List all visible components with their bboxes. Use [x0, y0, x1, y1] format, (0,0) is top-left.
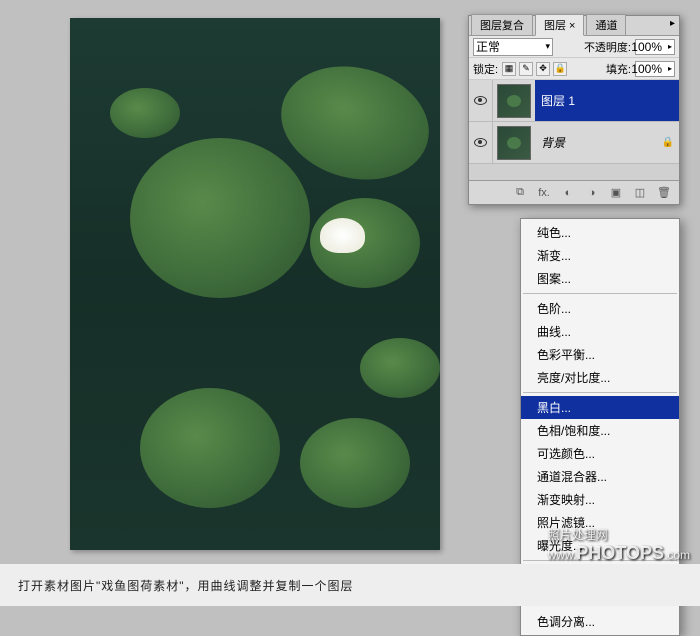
lock-position-icon[interactable]: ✥	[536, 62, 550, 76]
menu-levels[interactable]: 色阶...	[521, 297, 679, 320]
menu-pattern[interactable]: 图案...	[521, 267, 679, 290]
layers-panel: 图层复合 图层 × 通道 ▸ 正常 不透明度: 100% 锁定: ▦ ✎ ✥ 🔒…	[468, 15, 680, 205]
menu-curves[interactable]: 曲线...	[521, 320, 679, 343]
caption-bar: 打开素材图片"戏鱼图荷素材"，用曲线调整并复制一个图层	[0, 564, 700, 606]
tab-layer-comps[interactable]: 图层复合	[471, 14, 533, 35]
layer-thumbnail[interactable]	[493, 80, 535, 121]
menu-solid-color[interactable]: 纯色...	[521, 221, 679, 244]
eye-icon	[474, 96, 487, 105]
link-layers-icon[interactable]: ⧉	[511, 185, 529, 201]
blend-mode-value: 正常	[476, 38, 500, 55]
menu-brightness-contrast[interactable]: 亮度/对比度...	[521, 366, 679, 389]
tab-channels[interactable]: 通道	[586, 14, 626, 35]
layer-lock-indicator: 🔒	[657, 137, 679, 148]
watermark-tld: .com	[664, 548, 690, 562]
watermark-brand: PHOTOPS	[576, 543, 664, 563]
menu-color-balance[interactable]: 色彩平衡...	[521, 343, 679, 366]
new-layer-icon[interactable]: ◫	[631, 185, 649, 201]
caption-text: 打开素材图片"戏鱼图荷素材"，用曲线调整并复制一个图层	[18, 577, 354, 594]
menu-selective-color[interactable]: 可选颜色...	[521, 442, 679, 465]
new-group-icon[interactable]: ▣	[607, 185, 625, 201]
lock-all-icon[interactable]: 🔒	[553, 62, 567, 76]
menu-separator	[523, 293, 677, 294]
menu-hue-saturation[interactable]: 色相/饱和度...	[521, 419, 679, 442]
menu-posterize[interactable]: 色调分离...	[521, 610, 679, 633]
lock-transparency-icon[interactable]: ▦	[502, 62, 516, 76]
menu-gradient[interactable]: 渐变...	[521, 244, 679, 267]
opacity-label: 不透明度:	[584, 39, 631, 55]
layer-row[interactable]: 图层 1	[469, 80, 679, 122]
image-content	[70, 18, 440, 550]
menu-black-white[interactable]: 黑白...	[521, 396, 679, 419]
delete-layer-icon[interactable]: 🗑	[655, 185, 673, 201]
eye-icon	[474, 138, 487, 147]
watermark-url: www.	[548, 548, 577, 562]
add-mask-icon[interactable]: ◐	[559, 185, 577, 201]
watermark-cn: 照片处理网	[548, 528, 608, 542]
document-canvas[interactable]	[70, 18, 440, 550]
menu-separator	[523, 392, 677, 393]
lock-paint-icon[interactable]: ✎	[519, 62, 533, 76]
fill-input[interactable]: 100%	[635, 61, 675, 77]
adjustment-layer-icon[interactable]: ◑	[583, 185, 601, 201]
blend-opacity-row: 正常 不透明度: 100%	[469, 36, 679, 58]
blend-mode-select[interactable]: 正常	[473, 38, 553, 56]
panel-tab-bar: 图层复合 图层 × 通道 ▸	[469, 16, 679, 36]
panel-footer: ⧉ fx. ◐ ◑ ▣ ◫ 🗑	[469, 180, 679, 204]
layer-name[interactable]: 图层 1	[535, 80, 679, 121]
lock-fill-row: 锁定: ▦ ✎ ✥ 🔒 填充: 100%	[469, 58, 679, 80]
fill-label: 填充:	[606, 61, 631, 77]
layer-style-icon[interactable]: fx.	[535, 185, 553, 201]
menu-channel-mixer[interactable]: 通道混合器...	[521, 465, 679, 488]
layer-visibility-toggle[interactable]	[469, 80, 493, 121]
menu-gradient-map[interactable]: 渐变映射...	[521, 488, 679, 511]
lock-label: 锁定:	[473, 61, 498, 77]
opacity-input[interactable]: 100%	[635, 39, 675, 55]
layer-visibility-toggle[interactable]	[469, 122, 493, 163]
lock-icon: 🔒	[662, 137, 674, 148]
layers-list: 图层 1 背景 🔒	[469, 80, 679, 180]
watermark: 照片处理网 www.PHOTOPS.com	[548, 526, 690, 564]
layer-thumbnail[interactable]	[493, 122, 535, 163]
layer-name[interactable]: 背景	[535, 122, 657, 163]
panel-menu-icon[interactable]: ▸	[670, 18, 675, 29]
layer-row[interactable]: 背景 🔒	[469, 122, 679, 164]
tab-layers[interactable]: 图层 ×	[535, 14, 584, 36]
